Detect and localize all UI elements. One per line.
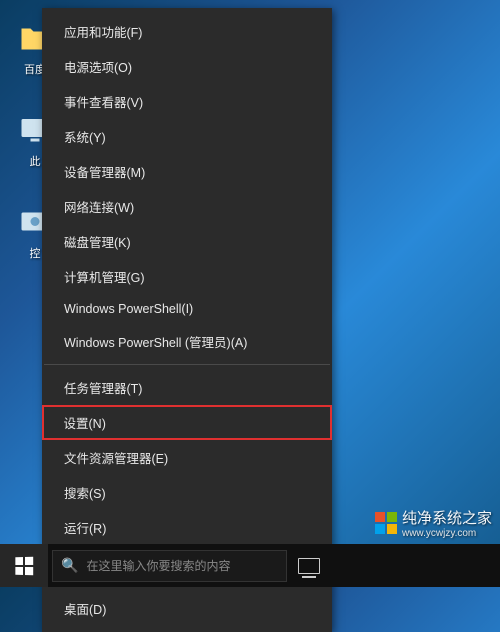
windows-start-icon [15, 556, 33, 575]
desktop-icon-label: 此 [30, 153, 41, 169]
menu-item-label: Windows PowerShell(I) [64, 302, 193, 316]
menu-item-run[interactable]: 运行(R) [42, 510, 332, 545]
taskbar: 🔍 在这里输入你要搜索的内容 [0, 544, 500, 587]
menu-item-label: 电源选项(O) [64, 57, 132, 76]
menu-item-label: Windows PowerShell (管理员)(A) [64, 332, 247, 351]
menu-item-task-manager[interactable]: 任务管理器(T) [42, 370, 332, 405]
menu-item-file-explorer[interactable]: 文件资源管理器(E) [42, 440, 332, 475]
menu-item-apps-features[interactable]: 应用和功能(F) [42, 14, 332, 49]
menu-item-label: 设置(N) [64, 413, 106, 432]
search-icon: 🔍 [61, 557, 78, 574]
menu-item-label: 系统(Y) [64, 127, 106, 146]
menu-item-label: 磁盘管理(K) [64, 232, 131, 251]
task-view-button[interactable] [287, 544, 331, 587]
desktop-icon-label: 控 [30, 245, 41, 261]
menu-item-system[interactable]: 系统(Y) [42, 119, 332, 154]
menu-item-label: 任务管理器(T) [64, 378, 142, 397]
menu-item-label: 桌面(D) [64, 599, 106, 618]
menu-item-label: 设备管理器(M) [64, 162, 145, 181]
watermark-url: www.ycwjzy.com [402, 528, 492, 539]
menu-item-network-connections[interactable]: 网络连接(W) [42, 189, 332, 224]
taskbar-search[interactable]: 🔍 在这里输入你要搜索的内容 [52, 550, 287, 582]
menu-item-label: 文件资源管理器(E) [64, 448, 168, 467]
winx-context-menu: 应用和功能(F) 电源选项(O) 事件查看器(V) 系统(Y) 设备管理器(M)… [42, 8, 332, 632]
menu-item-search[interactable]: 搜索(S) [42, 475, 332, 510]
watermark: 纯净系统之家 www.ycwjzy.com [375, 507, 492, 539]
menu-item-label: 应用和功能(F) [64, 22, 142, 41]
watermark-title: 纯净系统之家 [402, 507, 492, 528]
menu-item-powershell[interactable]: Windows PowerShell(I) [42, 294, 332, 324]
menu-divider [44, 364, 330, 365]
menu-item-label: 网络连接(W) [64, 197, 134, 216]
search-placeholder: 在这里输入你要搜索的内容 [86, 557, 230, 574]
menu-item-label: 运行(R) [64, 518, 106, 537]
start-button[interactable] [0, 544, 48, 587]
menu-item-label: 事件查看器(V) [64, 92, 143, 111]
menu-item-power-options[interactable]: 电源选项(O) [42, 49, 332, 84]
menu-item-label: 计算机管理(G) [64, 267, 145, 286]
menu-item-device-manager[interactable]: 设备管理器(M) [42, 154, 332, 189]
menu-item-computer-management[interactable]: 计算机管理(G) [42, 259, 332, 294]
menu-item-disk-management[interactable]: 磁盘管理(K) [42, 224, 332, 259]
menu-item-settings[interactable]: 设置(N) [42, 405, 332, 440]
menu-item-powershell-admin[interactable]: Windows PowerShell (管理员)(A) [42, 324, 332, 359]
task-view-icon [298, 558, 320, 574]
menu-item-event-viewer[interactable]: 事件查看器(V) [42, 84, 332, 119]
menu-item-label: 搜索(S) [64, 483, 106, 502]
menu-item-desktop[interactable]: 桌面(D) [42, 591, 332, 626]
windows-logo-icon [375, 512, 397, 534]
